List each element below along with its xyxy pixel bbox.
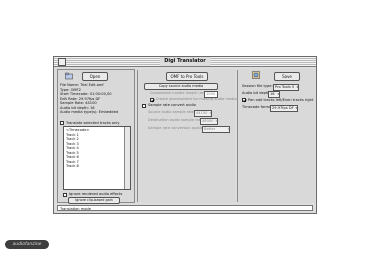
sample-rate-convert-label: Sample rate convert audio	[148, 103, 196, 107]
create-placeholders-checkbox[interactable]	[150, 97, 154, 102]
pan-odd-even-checkbox[interactable]	[242, 98, 246, 102]
source-rate-popup[interactable]: 44100	[194, 109, 212, 117]
consolidate-label: Consolidate handle length (ms):	[150, 91, 208, 95]
copy-source-media-button[interactable]: Copy source audio media	[144, 83, 218, 90]
dest-rate-popup[interactable]: 48000	[200, 117, 218, 125]
ignore-clip-gain-button[interactable]: Ignore clip-based gain	[68, 197, 120, 204]
title-bar[interactable]: Digi Translator	[54, 57, 316, 67]
ignore-rendered-checkbox[interactable]	[63, 192, 67, 197]
window-title: Digi Translator	[160, 57, 210, 66]
panel-divider-right	[237, 70, 238, 202]
quality-popup[interactable]: Better	[202, 125, 230, 133]
source-panel: Open File Name: Trial Edit.omf Type: OMF…	[57, 69, 135, 204]
bit-depth-popup[interactable]: 16	[268, 90, 280, 98]
timecode-format-popup[interactable]: 29.97fps DF	[270, 104, 298, 112]
pro-tools-session-icon	[252, 71, 260, 79]
sample-rate-convert-checkbox[interactable]	[142, 103, 146, 108]
tracks-list[interactable]: <Timecode> Track 1 Track 2 Track 3 Track…	[63, 126, 131, 190]
translate-selected-checkbox[interactable]	[60, 121, 64, 125]
source-rate-label: Source audio sample rate:	[148, 110, 196, 114]
digi-translator-window: Digi Translator Open File Name: Trial Ed…	[53, 56, 317, 214]
pan-odd-even-label: Pan odd tracks left/Even tracks right	[248, 97, 314, 102]
bit-depth-label: Audio bit depth:	[242, 91, 271, 95]
dest-rate-label: Destination audio sample rate:	[148, 118, 204, 122]
translate-selected-label: Translate selected tracks only	[66, 120, 120, 125]
create-placeholders-label: Create placeholders for missing audio me…	[156, 97, 237, 101]
panel-divider-left	[137, 70, 138, 202]
quality-label: Sample rate conversion quality:	[148, 126, 206, 130]
destination-panel: Save Session file type: Pro Tools 5 Audi…	[239, 69, 315, 203]
session-type-popup[interactable]: Pro Tools 5	[273, 83, 299, 91]
session-type-label: Session file type:	[242, 84, 273, 88]
open-button[interactable]: Open	[82, 72, 108, 81]
tracks-scrollbar[interactable]	[124, 127, 130, 189]
watermark-logo: audiofanzine	[5, 240, 49, 249]
ignore-rendered-label: Ignore rendered audio effects	[69, 192, 123, 196]
save-button[interactable]: Save	[274, 72, 300, 81]
audio-media-types: Audio media type(s): Embedded	[60, 110, 119, 114]
status-bar: Translation mode	[57, 205, 313, 211]
list-item[interactable]: Track 8	[66, 164, 79, 168]
options-panel: OMF to Pro Tools Copy source audio media…	[139, 69, 237, 203]
folder-icon	[65, 72, 73, 80]
omf-to-pro-tools-button[interactable]: OMF to Pro Tools	[166, 72, 208, 81]
close-box[interactable]	[58, 58, 66, 66]
